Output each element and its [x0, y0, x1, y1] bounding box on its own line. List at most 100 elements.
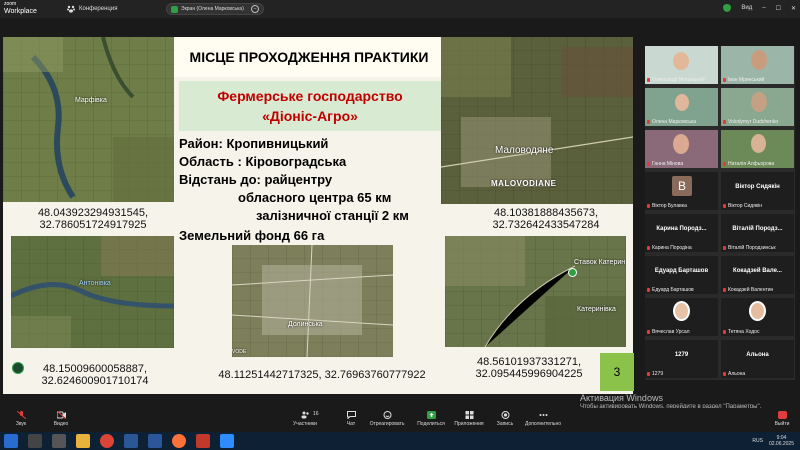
participant-tile-7[interactable]: Віктор Сидякін Віктор Сидякін [721, 172, 794, 210]
share-screen-button[interactable]: Поделиться [414, 411, 448, 427]
participant-name: Альона [723, 371, 745, 377]
participant-tile-10[interactable]: Едуард Барташов Едуард Барташов [645, 256, 718, 294]
search-icon[interactable] [28, 434, 42, 448]
mic-muted-icon [723, 288, 726, 292]
participant-tile-8[interactable]: Карина Породз... Карина Породіна [645, 214, 718, 252]
conference-menu[interactable]: Конференция [66, 4, 117, 14]
firefox-icon[interactable] [172, 434, 186, 448]
participant-tile-0[interactable]: Олександр Мотальний [645, 46, 718, 84]
mic-muted-icon [647, 246, 650, 250]
map-label-malovodiane-en: MALOVODIANE [491, 179, 557, 188]
region-text: Область : Кіровоградська [179, 154, 347, 169]
participant-face [675, 94, 689, 111]
coord-4: 48.11251442717325, 32.76963760777922 [218, 369, 426, 381]
mic-muted-icon [647, 78, 650, 82]
participant-display-name: Едуард Барташов [654, 268, 709, 274]
language-indicator[interactable]: RUS [752, 438, 763, 444]
activation-title: Активация Windows [580, 393, 663, 403]
participant-face [673, 134, 689, 154]
participants-count: 16 [313, 411, 319, 417]
coord-3-line2: 32.624600901710174 [41, 375, 149, 387]
map-label-vode: VODE [232, 349, 247, 355]
coord-2-line1: 48.10381888435673, [494, 207, 598, 219]
participant-face [673, 52, 689, 70]
store-icon[interactable] [124, 434, 138, 448]
participant-name: Карина Породіна [647, 245, 692, 251]
task-view-icon[interactable] [52, 434, 66, 448]
fields-shape-2 [445, 236, 626, 347]
close-share-icon[interactable]: – [251, 5, 259, 13]
maximize-button[interactable]: ☐ [776, 5, 781, 12]
river-shape-2 [11, 236, 174, 348]
chrome-icon[interactable] [100, 434, 114, 448]
participant-tile-13[interactable]: Тетяна Ходос [721, 298, 794, 336]
participant-tile-9[interactable]: Віталій Породз... Віталій Породзинськ [721, 214, 794, 252]
start-icon[interactable] [4, 434, 18, 448]
participant-face [751, 92, 767, 112]
minimize-button[interactable]: – [762, 5, 765, 11]
participant-tile-4[interactable]: Ганна Мінова [645, 130, 718, 168]
participant-tile-1[interactable]: Іван Мринський [721, 46, 794, 84]
view-button[interactable]: Вид [741, 5, 752, 11]
coord-3: 48.15009600058887, 32.624600901710174 [15, 363, 175, 387]
district-text: Район: Кропивницький [179, 136, 329, 151]
mic-muted-icon [723, 246, 726, 250]
participant-avatar: В [672, 176, 692, 196]
participant-face [751, 50, 767, 70]
clock[interactable]: 9:04 02.06.2025 [769, 435, 794, 447]
participant-tile-12[interactable]: Вячеслав Урсал [645, 298, 718, 336]
mic-muted-icon [723, 162, 726, 166]
participant-tile-11[interactable]: Кокадзей Вале... Кокадзей Валентин [721, 256, 794, 294]
participant-name: Олена Марковська [647, 119, 696, 125]
land-fund-text: Земельний фонд 66 га [179, 228, 325, 243]
leave-meeting-button[interactable]: Выйти [770, 411, 794, 427]
shared-slide: Марфівка 48.043923294931545, 32.78605172… [3, 37, 634, 394]
participant-tile-14[interactable]: 1279 1279 [645, 340, 718, 378]
participant-face [749, 301, 766, 321]
participant-tile-2[interactable]: Олена Марковська [645, 88, 718, 126]
map-label-katerynka-pond: Ставок Катерин [574, 259, 626, 266]
people-icon [301, 411, 309, 419]
participant-tile-15[interactable]: Альона Альона [721, 340, 794, 378]
participants-button[interactable]: Участники 16 [288, 411, 322, 427]
close-button[interactable]: ✕ [791, 5, 796, 12]
river-shape [3, 37, 174, 202]
meeting-toolbar: Звук Видео Участники 16 Чат Отреагироват… [0, 408, 800, 432]
window-controls: Вид – ☐ ✕ [723, 4, 796, 12]
react-button[interactable]: Отреагировать [366, 411, 408, 427]
shield-icon [723, 4, 732, 12]
word-icon[interactable] [148, 434, 162, 448]
participants-gallery: Олександр Мотальний Іван Мринський Олена… [645, 46, 795, 380]
mic-muted-icon [723, 372, 726, 376]
map-label-katerynivka: Катеринівка [577, 306, 616, 313]
participants-label: Участники [293, 421, 317, 427]
participant-display-name: Віктор Сидякін [735, 184, 780, 190]
record-button[interactable]: Запись [488, 411, 522, 427]
audio-button[interactable]: Звук [4, 411, 38, 427]
video-button[interactable]: Видео [44, 411, 78, 427]
mic-muted-icon [647, 288, 650, 292]
participant-name: Віктор Сидякін [723, 203, 762, 209]
participant-tile-5[interactable]: Наталія Алфьорова [721, 130, 794, 168]
more-button[interactable]: Дополнительно [522, 411, 564, 427]
share-label: Поделиться [417, 421, 445, 427]
participant-display-name: Віталій Породз... [732, 226, 783, 232]
screen-share-pill[interactable]: Экран (Олена Марковська) – [166, 3, 264, 15]
zoom-taskbar-icon[interactable] [220, 434, 234, 448]
map-label-malovodiane: Маловодяне [495, 145, 554, 156]
distance-station-text: залізничної станції 2 км [256, 208, 409, 223]
map-label-dolynska: Долинська [288, 321, 323, 328]
participant-name: Іван Мринський [723, 77, 764, 83]
coord-1: 48.043923294931545, 32.786051724917925 [13, 207, 173, 231]
apps-button[interactable]: Приложения [452, 411, 486, 427]
top-bar: zoom Workplace Конференция Экран (Олена … [0, 0, 800, 18]
participant-tile-3[interactable]: Volodymyr Dudchenko [721, 88, 794, 126]
participant-tile-6[interactable]: В Віктор Булавка [645, 172, 718, 210]
file-explorer-icon[interactable] [76, 434, 90, 448]
mic-muted-icon [723, 204, 726, 208]
app-icon[interactable] [196, 434, 210, 448]
distance-text: Відстань до: райцентру [179, 172, 333, 187]
participant-name: 1279 [647, 371, 663, 377]
chat-button[interactable]: Чат [334, 411, 368, 427]
logo-line1: zoom [4, 1, 17, 7]
